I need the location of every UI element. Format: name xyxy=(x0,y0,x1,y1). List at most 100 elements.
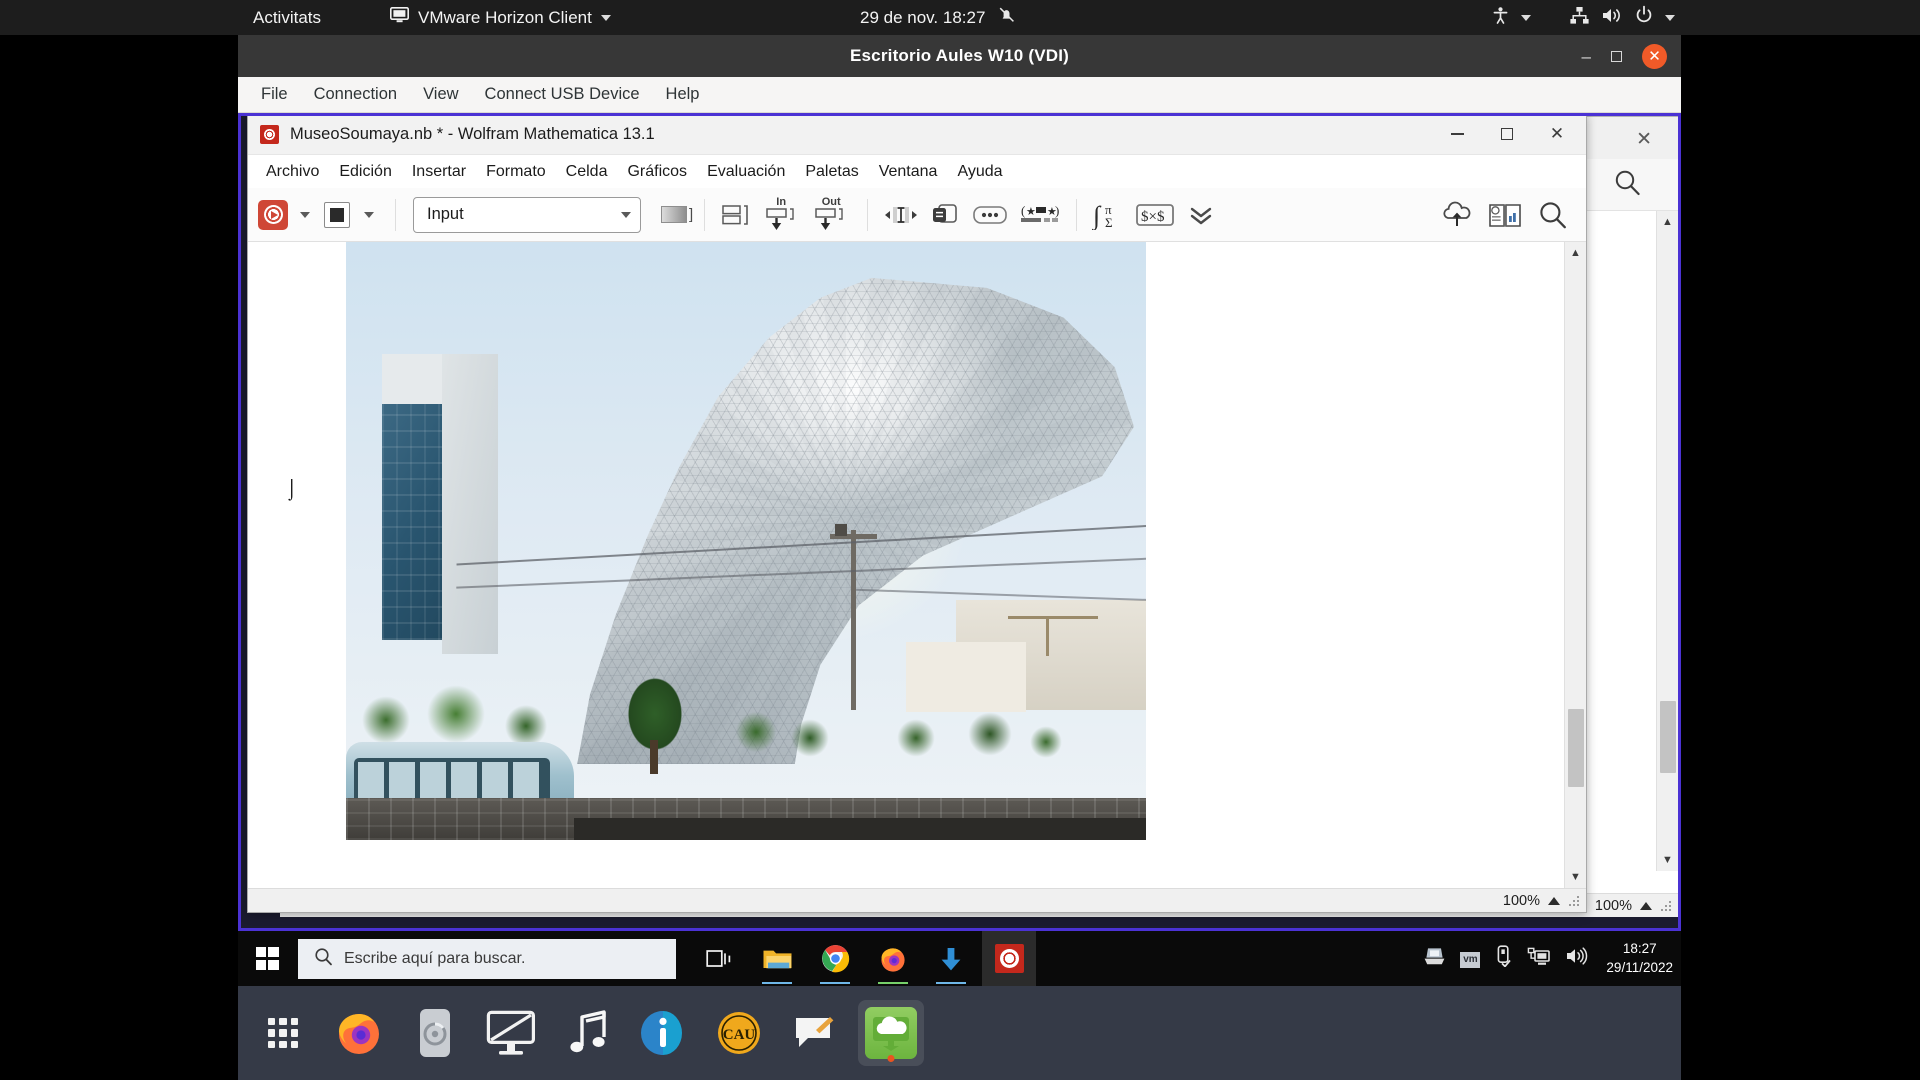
format-options-button[interactable]: (★ ★) xyxy=(1015,197,1065,233)
duplicate-cell-button[interactable] xyxy=(925,197,965,233)
evaluate-dropdown[interactable] xyxy=(290,197,320,233)
cell-shading-button[interactable]: ] xyxy=(661,197,693,233)
menu-item-help[interactable]: Help xyxy=(655,81,711,108)
volume-icon[interactable] xyxy=(1601,6,1623,30)
insert-input-cell-button[interactable]: In xyxy=(758,197,804,233)
horizontal-resize-icon xyxy=(885,206,918,223)
task-view-button[interactable] xyxy=(692,931,746,986)
wolfram-spikey-run-icon xyxy=(258,199,288,230)
scroll-thumb[interactable] xyxy=(1568,709,1584,788)
dock-item-cau-support[interactable]: CAU xyxy=(706,1000,772,1066)
menu-item-evaluacion[interactable]: Evaluación xyxy=(697,160,795,184)
in-label: In xyxy=(776,196,787,208)
abort-dropdown[interactable] xyxy=(354,197,384,233)
cloud-upload-button[interactable] xyxy=(1434,197,1480,233)
dock-item-feedback-note[interactable] xyxy=(782,1000,848,1066)
menu-item-connect-usb-device[interactable]: Connect USB Device xyxy=(474,81,651,108)
menu-item-archivo[interactable]: Archivo xyxy=(256,160,329,184)
menu-item-connection[interactable]: Connection xyxy=(303,81,408,108)
rear-vertical-scrollbar[interactable]: ▲ ▼ xyxy=(1656,211,1678,871)
resize-grip[interactable] xyxy=(1660,899,1672,912)
start-button[interactable] xyxy=(238,931,296,986)
minimize-button[interactable]: – xyxy=(1582,48,1591,65)
dock-item-firefox[interactable] xyxy=(326,1000,392,1066)
abort-button[interactable] xyxy=(322,197,352,233)
mathematica-taskbar-button[interactable] xyxy=(982,931,1036,986)
vmware-guest-viewport: ✕ ▲ ▼ 100% MuseoSoumaya.nb * - Wolfram M… xyxy=(238,113,1681,931)
scanner-icon[interactable] xyxy=(1423,946,1446,971)
scroll-down-arrow-icon[interactable]: ▼ xyxy=(1657,849,1678,871)
dock-item-vmware-horizon-client[interactable] xyxy=(858,1000,924,1066)
notebook-image-output[interactable] xyxy=(346,242,1146,840)
scroll-track[interactable] xyxy=(1565,264,1586,866)
activities-button[interactable]: Activitats xyxy=(253,8,321,28)
resize-grip[interactable] xyxy=(1568,894,1580,907)
dock-item-software-updater[interactable] xyxy=(402,1000,468,1066)
math-palette-button[interactable]: ∫ π Σ xyxy=(1088,197,1130,233)
text-width-button[interactable] xyxy=(879,197,923,233)
dock-item-remote-desktop[interactable] xyxy=(478,1000,544,1066)
documentation-book-icon xyxy=(1489,203,1521,227)
vmware-tools-icon[interactable]: vm xyxy=(1460,949,1481,968)
special-characters-button[interactable]: $×$ xyxy=(1132,197,1178,233)
volume-icon[interactable] xyxy=(1565,946,1590,971)
gnome-system-menu[interactable] xyxy=(1491,5,1675,30)
menu-item-ventana[interactable]: Ventana xyxy=(869,160,948,184)
expand-toolbar-button[interactable] xyxy=(1180,197,1222,233)
dock-item-info-help[interactable] xyxy=(630,1000,696,1066)
network-icon[interactable] xyxy=(1569,6,1590,30)
firefox-button[interactable] xyxy=(866,931,920,986)
mathematica-title-bar[interactable]: MuseoSoumaya.nb * - Wolfram Mathematica … xyxy=(248,116,1586,155)
insert-output-cell-button[interactable]: Out xyxy=(806,197,856,233)
menu-item-graficos[interactable]: Gráficos xyxy=(617,160,697,184)
triangle-up-icon[interactable] xyxy=(1640,901,1652,910)
triangle-up-icon[interactable] xyxy=(1548,896,1560,905)
windows-search-box[interactable]: Escribe aquí para buscar. xyxy=(298,938,676,979)
dock-item-music-player[interactable] xyxy=(554,1000,620,1066)
gnome-clock-area[interactable]: 29 de nov. 18:27 xyxy=(860,6,1016,29)
menu-item-file[interactable]: File xyxy=(250,81,299,108)
taskbar-clock[interactable]: 18:27 29/11/2022 xyxy=(1604,940,1673,976)
gnome-app-menu[interactable]: VMware Horizon Client xyxy=(390,7,611,28)
notebook-canvas[interactable]: ⌡ xyxy=(248,242,1564,888)
mathematica-window-title: MuseoSoumaya.nb * - Wolfram Mathematica … xyxy=(290,124,655,143)
more-options-button[interactable] xyxy=(967,197,1013,233)
scroll-thumb[interactable] xyxy=(1660,701,1676,774)
documentation-button[interactable] xyxy=(1482,197,1528,233)
vmware-title-bar[interactable]: Escritorio Aules W10 (VDI) – ✕ xyxy=(238,35,1681,77)
download-manager-button[interactable] xyxy=(924,931,978,986)
menu-item-ayuda[interactable]: Ayuda xyxy=(947,160,1012,184)
menu-item-celda[interactable]: Celda xyxy=(556,160,618,184)
group-cells-button[interactable] xyxy=(716,197,756,233)
chevron-down-icon xyxy=(300,211,310,218)
search-icon[interactable] xyxy=(1613,168,1642,202)
file-explorer-button[interactable] xyxy=(750,931,804,986)
menu-item-paletas[interactable]: Paletas xyxy=(795,160,868,184)
rear-zoom-level: 100% xyxy=(1594,897,1632,914)
notebook-vertical-scrollbar[interactable]: ▲ ▼ xyxy=(1564,242,1586,888)
show-applications-button[interactable] xyxy=(250,1000,316,1066)
maximize-button[interactable] xyxy=(1482,116,1532,154)
close-button[interactable]: ✕ xyxy=(1532,116,1582,154)
minimize-button[interactable] xyxy=(1432,116,1482,154)
search-documentation-button[interactable] xyxy=(1530,197,1576,233)
close-button[interactable]: ✕ xyxy=(1642,43,1667,69)
scroll-up-arrow-icon[interactable]: ▲ xyxy=(1565,242,1586,264)
menu-item-view[interactable]: View xyxy=(412,81,469,108)
scroll-track[interactable] xyxy=(1657,233,1678,849)
google-chrome-button[interactable] xyxy=(808,931,862,986)
scroll-down-arrow-icon[interactable]: ▼ xyxy=(1565,866,1586,888)
menu-item-formato[interactable]: Formato xyxy=(476,160,556,184)
network-icon[interactable] xyxy=(1527,946,1551,971)
scroll-up-arrow-icon[interactable]: ▲ xyxy=(1657,211,1678,233)
accessibility-icon[interactable] xyxy=(1491,6,1510,30)
power-icon[interactable] xyxy=(1634,5,1654,30)
cell-shading-icon xyxy=(661,206,687,223)
menu-item-insertar[interactable]: Insertar xyxy=(402,160,476,184)
evaluate-button[interactable] xyxy=(258,197,288,233)
cell-style-select[interactable]: Input xyxy=(413,196,641,233)
close-icon[interactable]: ✕ xyxy=(1636,128,1652,151)
menu-item-edicion[interactable]: Edición xyxy=(329,160,401,184)
maximize-button[interactable] xyxy=(1611,50,1622,62)
usb-eject-icon[interactable] xyxy=(1494,945,1513,972)
